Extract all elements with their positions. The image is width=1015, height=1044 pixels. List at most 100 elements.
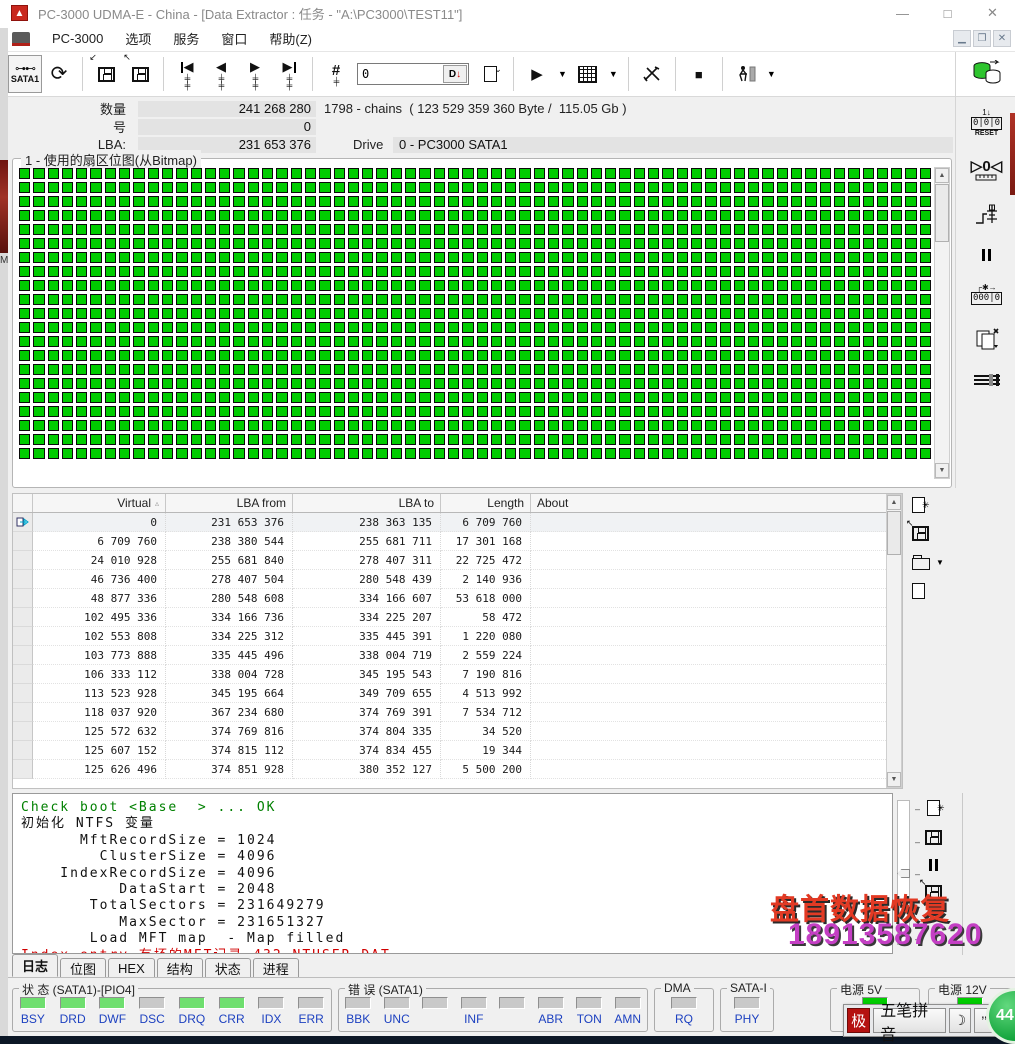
log-panel[interactable]: Check boot <Base > ... OK 初始化 NTFS 变量 Mft… xyxy=(12,793,893,954)
header-length[interactable]: Length xyxy=(441,494,531,512)
scroll-up-icon[interactable]: ▲ xyxy=(935,168,949,183)
bitmap-cell xyxy=(362,196,374,207)
bitmap-cell xyxy=(619,406,631,417)
goto-next-sector-button[interactable]: ▶ ╪ ╪ xyxy=(238,55,272,93)
table-row[interactable]: 102 553 808 334 225 312 335 445 391 1 220 0… xyxy=(13,627,902,646)
reset-counter-button[interactable]: 1↓ 0|0|0 RESET xyxy=(970,108,1003,137)
sata1-port-button[interactable]: ⊶⊷ SATA1 xyxy=(8,55,42,93)
table-row[interactable]: 6 709 760 238 380 544 255 681 711 17 301 16… xyxy=(13,532,902,551)
zero-position-button[interactable]: ▷0◁ xyxy=(971,159,1002,181)
scroll-up-icon[interactable]: ▲ xyxy=(887,495,901,510)
goto-last-sector-button[interactable]: ▶ ╪ ╪ xyxy=(272,55,306,93)
mdi-minimize-button[interactable]: ▁ xyxy=(953,30,971,47)
new-map-button[interactable]: ✳ xyxy=(912,497,930,513)
bitmap-cell xyxy=(90,448,102,459)
table-row[interactable]: 125 607 152 374 815 112 374 834 455 19 344 xyxy=(13,741,902,760)
save-task-button[interactable]: ↙ xyxy=(89,52,123,93)
bitmap-cell xyxy=(390,224,403,235)
save-map-button[interactable]: ↖ xyxy=(906,519,929,541)
goto-first-sector-button[interactable]: ◀ ╪ ╪ xyxy=(170,55,204,93)
slider-thumb-icon[interactable] xyxy=(897,869,910,878)
start-read-button[interactable]: ▶ xyxy=(520,55,554,93)
bitmap-cell xyxy=(390,280,403,291)
table-scroll-thumb[interactable] xyxy=(887,511,901,555)
tab-state[interactable]: 状态 xyxy=(204,958,251,977)
bitmap-cell xyxy=(505,448,517,459)
menu-help[interactable]: 帮助(Z) xyxy=(269,29,312,48)
tab-process[interactable]: 进程 xyxy=(252,958,299,977)
header-about[interactable]: About xyxy=(531,494,902,512)
header-lba-from[interactable]: LBA from xyxy=(166,494,293,512)
refresh-task-button[interactable]: ⟳ xyxy=(42,55,76,93)
new-log-button[interactable]: ✳ xyxy=(927,800,945,816)
sector-view-button[interactable]: ⌄ xyxy=(473,55,507,93)
header-virtual[interactable]: Virtual ▵ xyxy=(33,494,166,512)
pause-log-button[interactable] xyxy=(929,859,938,871)
bitmap-cell xyxy=(848,266,860,277)
scroll-down-icon[interactable]: ▼ xyxy=(935,463,949,478)
header-lba-to[interactable]: LBA to xyxy=(293,494,441,512)
table-scrollbar[interactable]: ▲ ▼ xyxy=(886,494,902,788)
table-row[interactable]: 24 010 928 255 681 840 278 407 311 22 725 4… xyxy=(13,551,902,570)
moon-fullhalf-button[interactable]: ☽ xyxy=(949,1008,971,1033)
scroll-down-icon[interactable]: ▼ xyxy=(887,772,901,787)
table-row[interactable]: 118 037 920 367 234 680 374 769 391 7 534 7… xyxy=(13,703,902,722)
run-dropdown-arrow[interactable]: ▼ xyxy=(767,69,776,79)
bitmap-scroll-thumb[interactable] xyxy=(935,184,949,242)
minimize-button[interactable]: — xyxy=(880,0,925,26)
mdi-close-button[interactable]: ✕ xyxy=(993,30,1011,47)
table-row[interactable]: 113 523 928 345 195 664 349 709 655 4 513 9… xyxy=(13,684,902,703)
bitmap-grid[interactable] xyxy=(19,168,931,464)
tab-log[interactable]: 日志 xyxy=(12,954,59,977)
bitmap-cell xyxy=(848,308,860,319)
mdi-restore-button[interactable]: ❐ xyxy=(973,30,991,47)
tools-button[interactable] xyxy=(635,55,669,93)
ime-mode-button[interactable]: 五笔拼音 xyxy=(873,1003,947,1044)
start-dropdown-arrow[interactable]: ▼ xyxy=(558,69,567,79)
table-row[interactable]: 125 572 632 374 769 816 374 804 335 34 520 xyxy=(13,722,902,741)
bitmap-cell xyxy=(476,308,488,319)
clear-pages-button[interactable] xyxy=(974,327,1000,351)
close-button[interactable]: ✕ xyxy=(970,0,1015,26)
goto-prev-sector-button[interactable]: ◀ ╪ ╪ xyxy=(204,55,238,93)
table-row[interactable]: 102 495 336 334 166 736 334 225 207 58 472 xyxy=(13,608,902,627)
maximize-button[interactable]: □ xyxy=(925,0,970,26)
stop-button[interactable]: ■ xyxy=(682,55,716,93)
tab-structure[interactable]: 结构 xyxy=(156,958,203,977)
menu-pc3000[interactable]: PC-3000 xyxy=(52,31,103,46)
save-log-button[interactable] xyxy=(925,830,942,845)
table-row[interactable]: 103 773 888 335 445 496 338 004 719 2 559 2… xyxy=(13,646,902,665)
table-row[interactable]: 46 736 400 278 407 504 280 548 439 2 140 93… xyxy=(13,570,902,589)
play-icon: ▶ xyxy=(531,65,543,83)
pause-button[interactable] xyxy=(982,249,991,261)
tab-bitmap[interactable]: 位图 xyxy=(60,958,107,977)
copy-data-button[interactable] xyxy=(972,60,1002,86)
build-map-button[interactable] xyxy=(571,55,605,93)
ime-logo-icon[interactable]: 极 xyxy=(847,1008,871,1033)
menu-service[interactable]: 服务 xyxy=(173,29,199,48)
bitmap-cell xyxy=(776,266,789,277)
menu-options[interactable]: 选项 xyxy=(125,29,151,48)
bitmap-cell xyxy=(405,266,417,277)
table-row[interactable]: 106 333 112 338 004 728 345 195 543 7 190 8… xyxy=(13,665,902,684)
goto-sector-number-button[interactable]: # ╪ xyxy=(319,55,353,93)
table-row[interactable]: 125 626 496 374 851 928 380 352 127 5 500 2… xyxy=(13,760,902,779)
table-row[interactable]: 48 877 336 280 548 608 334 166 607 53 618 0… xyxy=(13,589,902,608)
bitmap-cell xyxy=(919,224,931,235)
sector-number-input[interactable]: 0 D ↓ xyxy=(357,63,469,85)
jump-to-button[interactable] xyxy=(974,203,1000,227)
map-dropdown-arrow[interactable]: ▼ xyxy=(609,69,618,79)
menu-window[interactable]: 窗口 xyxy=(221,29,247,48)
skip-sectors-button[interactable]: ┌✱→ 000|0 xyxy=(970,283,1003,305)
bitmap-scrollbar[interactable]: ▲ ▼ xyxy=(934,167,950,479)
table-row[interactable]: 0 231 653 376 238 363 135 6 709 760 xyxy=(13,513,902,532)
open-map-button[interactable]: ▼ xyxy=(912,554,944,570)
export-task-button[interactable]: ↖ xyxy=(123,52,157,93)
decimal-mode-button[interactable]: D ↓ xyxy=(443,65,467,83)
bitmap-cell xyxy=(405,434,417,445)
run-process-button[interactable] xyxy=(729,55,763,93)
tab-hex[interactable]: HEX xyxy=(108,958,155,977)
blank-page-button[interactable] xyxy=(912,583,925,599)
bar-icon xyxy=(293,61,296,73)
connection-button[interactable] xyxy=(973,373,1001,387)
